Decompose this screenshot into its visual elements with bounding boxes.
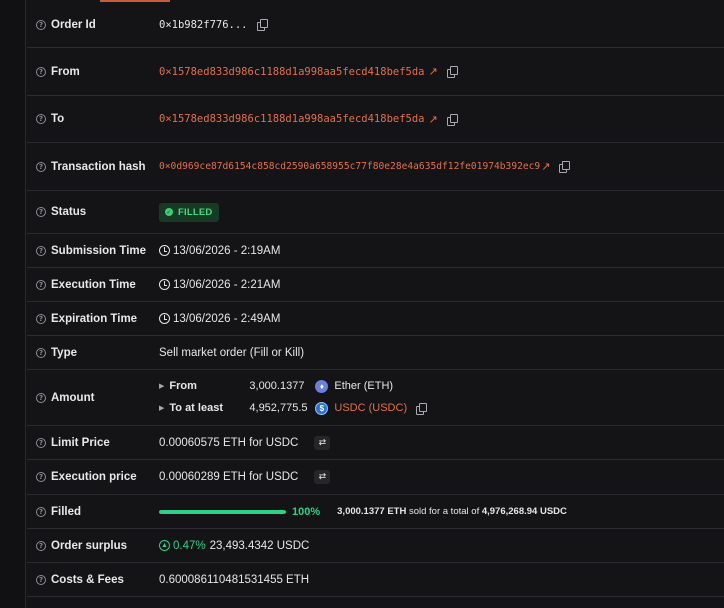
clock-icon	[159, 245, 170, 256]
row-amount: ? Amount ▶ From 3,000.1377 ♦ Ether (ETH) …	[27, 370, 724, 426]
external-link-icon[interactable]: ↗	[541, 160, 550, 173]
left-sidebar-strip	[0, 0, 26, 608]
costs-fees-value: 0.600086110481531455 ETH	[159, 573, 310, 586]
usdc-token-icon: $	[315, 401, 329, 415]
type-label: Type	[51, 346, 77, 359]
from-label: From	[51, 65, 80, 78]
amount-to-label: To at least	[169, 402, 223, 414]
row-execution-time: ? Execution Time 13/06/2026 - 2:21AM	[27, 268, 724, 302]
help-icon[interactable]: ?	[36, 114, 46, 124]
help-icon[interactable]: ?	[36, 161, 46, 172]
help-icon[interactable]: ?	[36, 66, 46, 77]
help-icon[interactable]: ?	[36, 347, 46, 358]
help-icon[interactable]: ?	[36, 245, 46, 256]
row-costs-fees: ? Costs & Fees 0.600086110481531455 ETH	[27, 563, 724, 597]
order-surplus-label: Order surplus	[51, 539, 128, 552]
filled-amount: 3,000.1377 ETH	[337, 506, 407, 517]
eth-token-icon: ♦	[315, 379, 329, 393]
surplus-percent: 0.47%	[173, 539, 206, 552]
expiration-time-label: Expiration Time	[51, 312, 138, 325]
row-filled: ? Filled 100% 3,000.1377 ETH sold for a t…	[27, 495, 724, 529]
row-execution-price: ? Execution price 0.00060289 ETH for USDC…	[27, 460, 724, 495]
order-details-panel: ? Order Id 0×1b982f776... ? From 0×1578ed8…	[27, 2, 724, 597]
tx-hash-label: Transaction hash	[51, 160, 146, 173]
amount-details: ▶ From 3,000.1377 ♦ Ether (ETH) ▶ To at …	[159, 375, 428, 419]
row-status: ? Status ✓ FILLED	[27, 191, 724, 234]
caret-right-icon: ▶	[159, 383, 165, 390]
filled-total: 4,976,268.94 USDC	[481, 506, 567, 517]
status-label: Status	[51, 206, 87, 218]
external-link-icon[interactable]: ↗	[429, 113, 438, 126]
row-limit-price: ? Limit Price 0.00060575 ETH for USDC ⇄	[27, 426, 724, 460]
to-label: To	[51, 113, 65, 125]
execution-price-label: Execution price	[51, 471, 137, 483]
amount-from-label: From	[169, 380, 197, 392]
surplus-value: 23,493.4342 USDC	[209, 539, 310, 552]
submission-time-value: 13/06/2026 - 2:19AM	[173, 244, 281, 257]
execution-price-value: 0.00060289 ETH for USDC	[159, 471, 299, 483]
costs-fees-label: Costs & Fees	[51, 573, 124, 586]
row-transaction-hash: ? Transaction hash 0×0d969ce87d6154c858cd…	[27, 143, 724, 191]
submission-time-label: Submission Time	[51, 244, 147, 257]
status-badge-text: FILLED	[178, 206, 213, 218]
copy-icon[interactable]	[256, 19, 268, 31]
expiration-time-value: 13/06/2026 - 2:49AM	[173, 312, 281, 325]
help-icon[interactable]: ?	[36, 574, 46, 585]
filled-label: Filled	[51, 505, 82, 518]
caret-right-icon: ▶	[159, 405, 165, 412]
row-expiration-time: ? Expiration Time 13/06/2026 - 2:49AM	[27, 302, 724, 336]
copy-icon[interactable]	[416, 402, 428, 415]
execution-time-value: 13/06/2026 - 2:21AM	[173, 278, 281, 291]
filled-percent: 100%	[292, 505, 321, 518]
row-type: ? Type Sell market order (Fill or Kill)	[27, 336, 724, 370]
help-icon[interactable]: ?	[36, 19, 46, 30]
amount-from-value: 3,000.1377	[249, 380, 305, 392]
help-icon[interactable]: ?	[36, 540, 46, 551]
copy-icon[interactable]	[446, 113, 458, 126]
tx-hash-link[interactable]: 0×0d969ce87d6154c858cd2590a658955c77f80e…	[159, 161, 540, 172]
swap-icon[interactable]: ⇄	[314, 435, 331, 450]
amount-from-line: ▶ From 3,000.1377 ♦ Ether (ETH)	[159, 375, 426, 397]
help-icon[interactable]: ?	[36, 313, 46, 324]
from-address-link[interactable]: 0×1578ed833d986c1188d1a998aa5fecd418bef5…	[159, 66, 425, 78]
filled-middle-text: sold for a total of	[408, 506, 480, 517]
amount-to-value: 4,952,775.5	[249, 402, 308, 414]
filled-summary: 3,000.1377 ETH sold for a total of 4,976…	[337, 506, 567, 517]
order-id-value: 0×1b982f776...	[159, 18, 248, 31]
help-icon[interactable]: ?	[36, 207, 46, 217]
amount-label: Amount	[51, 391, 95, 404]
help-icon[interactable]: ?	[36, 506, 46, 517]
amount-from-token: Ether (ETH)	[334, 380, 394, 392]
copy-icon[interactable]	[559, 161, 571, 173]
check-circle-icon: ✓	[165, 208, 173, 216]
status-badge: ✓ FILLED	[159, 202, 220, 222]
clock-icon	[159, 279, 170, 290]
execution-time-label: Execution Time	[51, 278, 136, 291]
amount-to-token-link[interactable]: USDC (USDC)	[334, 402, 407, 414]
row-submission-time: ? Submission Time 13/06/2026 - 2:19AM	[27, 234, 724, 268]
order-id-label: Order Id	[51, 18, 96, 31]
swap-icon[interactable]: ⇄	[314, 470, 331, 484]
arrow-up-circle-icon: ▲	[159, 540, 170, 551]
filled-progress-fill	[159, 509, 286, 514]
clock-icon	[159, 313, 170, 324]
row-from: ? From 0×1578ed833d986c1188d1a998aa5fecd4…	[27, 48, 724, 96]
help-icon[interactable]: ?	[36, 392, 46, 403]
amount-to-line: ▶ To at least 4,952,775.5 $ USDC (USDC)	[159, 397, 428, 419]
row-order-surplus: ? Order surplus ▲ 0.47% 23,493.4342 USDC	[27, 529, 724, 563]
limit-price-value: 0.00060575 ETH for USDC	[159, 436, 299, 449]
help-icon[interactable]: ?	[36, 279, 46, 290]
copy-icon[interactable]	[446, 66, 458, 78]
to-address-link[interactable]: 0×1578ed833d986c1188d1a998aa5fecd418bef5…	[159, 113, 425, 125]
row-order-id: ? Order Id 0×1b982f776...	[27, 2, 724, 48]
external-link-icon[interactable]: ↗	[429, 65, 438, 78]
help-icon[interactable]: ?	[36, 472, 46, 482]
filled-progress-bar	[159, 509, 286, 514]
row-to: ? To 0×1578ed833d986c1188d1a998aa5fecd418…	[27, 96, 724, 143]
limit-price-label: Limit Price	[51, 436, 110, 449]
type-value: Sell market order (Fill or Kill)	[159, 346, 305, 359]
help-icon[interactable]: ?	[36, 437, 46, 448]
